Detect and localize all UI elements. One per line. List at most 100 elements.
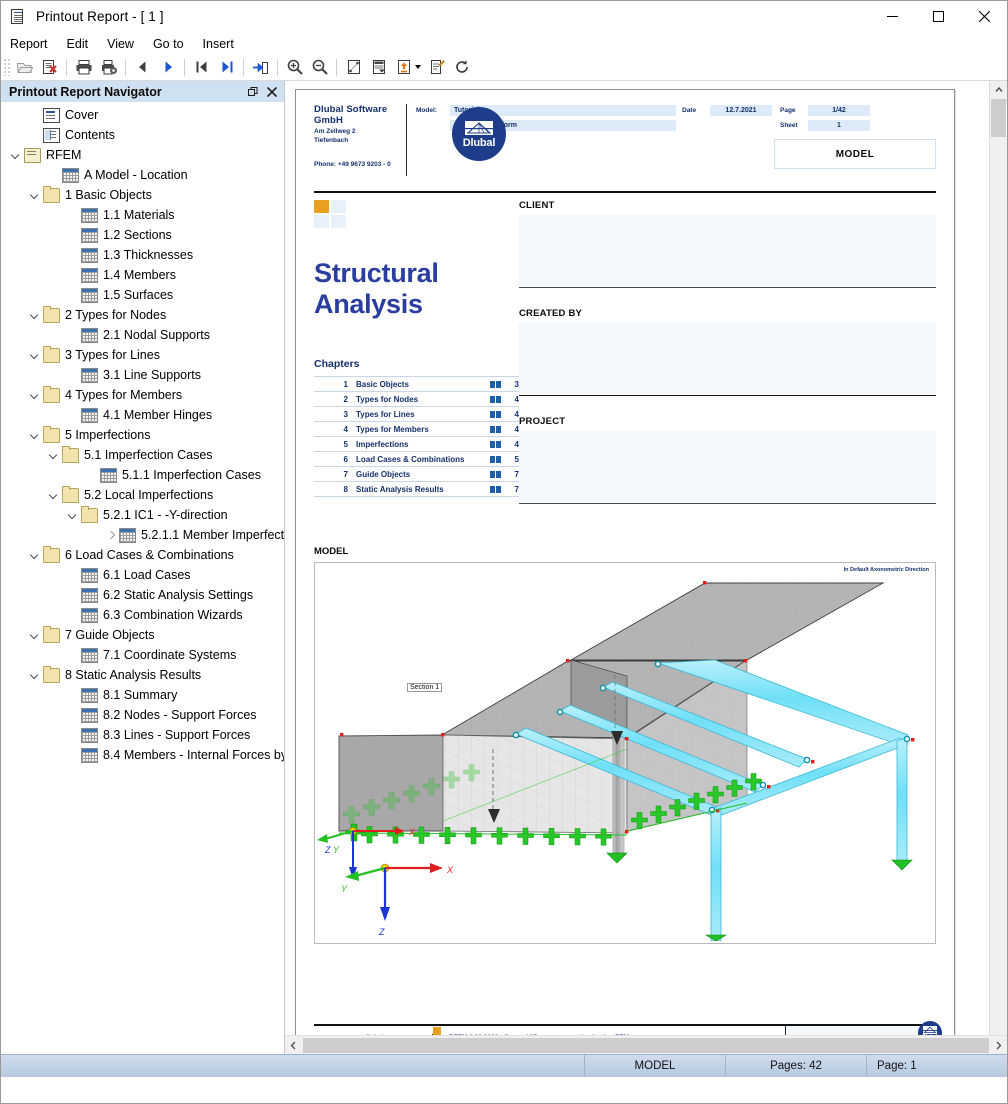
tree-item[interactable]: 2 Types for Nodes — [1, 305, 284, 325]
tree-item[interactable]: 2.1 Nodal Supports — [1, 325, 284, 345]
close-button[interactable] — [961, 1, 1007, 32]
tree-item-label: 6 Load Cases & Combinations — [65, 548, 234, 562]
menu-view[interactable]: View — [107, 35, 145, 53]
tree-item[interactable]: 6.3 Combination Wizards — [1, 605, 284, 625]
chevron-down-icon[interactable] — [64, 505, 81, 525]
vertical-scrollbar[interactable] — [989, 81, 1007, 1035]
scroll-left-button[interactable] — [285, 1036, 302, 1054]
tree-item[interactable]: Contents — [1, 125, 284, 145]
window-controls — [869, 1, 1007, 32]
tree-toggle-spacer — [64, 565, 81, 585]
scroll-right-button[interactable] — [990, 1036, 1007, 1054]
delete-report-icon[interactable] — [37, 55, 62, 79]
toolbar-grip[interactable] — [3, 58, 10, 76]
tree-item[interactable]: 3 Types for Lines — [1, 345, 284, 365]
tree-item[interactable]: 7.1 Coordinate Systems — [1, 645, 284, 665]
chevron-right-icon[interactable] — [102, 525, 119, 545]
menu-insert[interactable]: Insert — [203, 35, 245, 53]
tree-item-label: 8.3 Lines - Support Forces — [103, 728, 251, 742]
tree-item[interactable]: 8.1 Summary — [1, 685, 284, 705]
menu-report[interactable]: Report — [10, 35, 59, 53]
tree-item[interactable]: 5 Imperfections — [1, 425, 284, 445]
chapter-number: 3 — [343, 409, 348, 419]
tree-item-label: 1.2 Sections — [103, 228, 172, 242]
tree-item[interactable]: 1.4 Members — [1, 265, 284, 285]
page-setup-icon[interactable] — [341, 55, 366, 79]
refresh-icon[interactable] — [449, 55, 474, 79]
vertical-scroll-thumb[interactable] — [991, 99, 1006, 137]
tree-item[interactable]: A Model - Location — [1, 165, 284, 185]
tree-item[interactable]: 7 Guide Objects — [1, 625, 284, 645]
tree-item[interactable]: 5.2 Local Imperfections — [1, 485, 284, 505]
chevron-down-icon[interactable] — [45, 445, 62, 465]
chapter-page: 4 — [514, 394, 519, 404]
previous-page-icon[interactable] — [130, 55, 155, 79]
tree-item[interactable]: 5.2.1.1 Member Imperfections — [1, 525, 284, 545]
go-to-page-icon[interactable] — [248, 55, 273, 79]
project-field[interactable] — [519, 431, 936, 504]
tree-item-label: 2 Types for Nodes — [65, 308, 167, 322]
undock-icon[interactable] — [244, 83, 261, 100]
chevron-down-icon[interactable] — [26, 185, 43, 205]
tree-item[interactable]: 5.1 Imperfection Cases — [1, 445, 284, 465]
chevron-down-icon[interactable] — [26, 425, 43, 445]
header-rule — [314, 191, 936, 193]
book-icon — [490, 470, 501, 478]
horizontal-scroll-thumb[interactable] — [303, 1037, 989, 1053]
tree-item[interactable]: 4.1 Member Hinges — [1, 405, 284, 425]
client-field[interactable] — [519, 215, 936, 288]
horizontal-scrollbar[interactable] — [285, 1035, 1007, 1054]
tree-item[interactable]: 1.5 Surfaces — [1, 285, 284, 305]
model-3d-view[interactable]: In Default Axonometric Direction X Y Z X… — [314, 562, 936, 944]
chevron-down-icon[interactable] — [26, 665, 43, 685]
edit-report-icon[interactable] — [424, 55, 449, 79]
zoom-in-icon[interactable] — [282, 55, 307, 79]
chevron-down-icon[interactable] — [26, 545, 43, 565]
chevron-down-icon[interactable] — [26, 305, 43, 325]
tree-item[interactable]: 6.2 Static Analysis Settings — [1, 585, 284, 605]
tree-item[interactable]: Cover — [1, 105, 284, 125]
zoom-out-icon[interactable] — [307, 55, 332, 79]
open-report-icon[interactable] — [12, 55, 37, 79]
tree-item[interactable]: 1.3 Thicknesses — [1, 245, 284, 265]
tree-item[interactable]: 5.2.1 IC1 - -Y-direction — [1, 505, 284, 525]
print-settings-icon[interactable] — [96, 55, 121, 79]
tree-item[interactable]: 8.2 Nodes - Support Forces — [1, 705, 284, 725]
menu-edit[interactable]: Edit — [67, 35, 100, 53]
tree-item[interactable]: 4 Types for Members — [1, 385, 284, 405]
tree-item[interactable]: 3.1 Line Supports — [1, 365, 284, 385]
scroll-up-button[interactable] — [990, 81, 1007, 98]
close-panel-icon[interactable] — [263, 83, 280, 100]
maximize-button[interactable] — [915, 1, 961, 32]
last-page-icon[interactable] — [214, 55, 239, 79]
first-page-icon[interactable] — [189, 55, 214, 79]
next-page-icon[interactable] — [155, 55, 180, 79]
tree-item[interactable]: RFEM — [1, 145, 284, 165]
navigator-tree[interactable]: Cover Contents RFEM A Model - Location 1 Bas… — [1, 102, 284, 1054]
chevron-down-icon[interactable] — [45, 485, 62, 505]
created-by-field[interactable] — [519, 323, 936, 396]
chapter-row: 7 Guide Objects 7 — [314, 466, 519, 481]
tree-item[interactable]: 5.1.1 Imperfection Cases — [1, 465, 284, 485]
chevron-down-icon[interactable] — [26, 625, 43, 645]
minimize-button[interactable] — [869, 1, 915, 32]
tree-item[interactable]: 8 Static Analysis Results — [1, 665, 284, 685]
tree-item[interactable]: 1 Basic Objects — [1, 185, 284, 205]
tree-item[interactable]: 6 Load Cases & Combinations — [1, 545, 284, 565]
tree-item[interactable]: 8.3 Lines - Support Forces — [1, 725, 284, 745]
menu-go-to[interactable]: Go to — [153, 35, 195, 53]
chevron-down-icon[interactable] — [7, 145, 24, 165]
tree-item[interactable]: 1.1 Materials — [1, 205, 284, 225]
tree-item[interactable]: 6.1 Load Cases — [1, 565, 284, 585]
tree-item[interactable]: 1.2 Sections — [1, 225, 284, 245]
chapter-page: 4 — [514, 439, 519, 449]
chevron-down-icon[interactable] — [26, 345, 43, 365]
print-icon[interactable] — [71, 55, 96, 79]
tree-item[interactable]: 8.4 Members - Internal Forces by Section — [1, 745, 284, 765]
chevron-down-icon[interactable] — [26, 385, 43, 405]
chapter-number: 4 — [343, 424, 348, 434]
logo-wordmark: Dlubal — [462, 136, 496, 149]
header-footer-icon[interactable] — [366, 55, 391, 79]
book-icon — [490, 425, 501, 433]
export-icon[interactable] — [391, 55, 416, 79]
